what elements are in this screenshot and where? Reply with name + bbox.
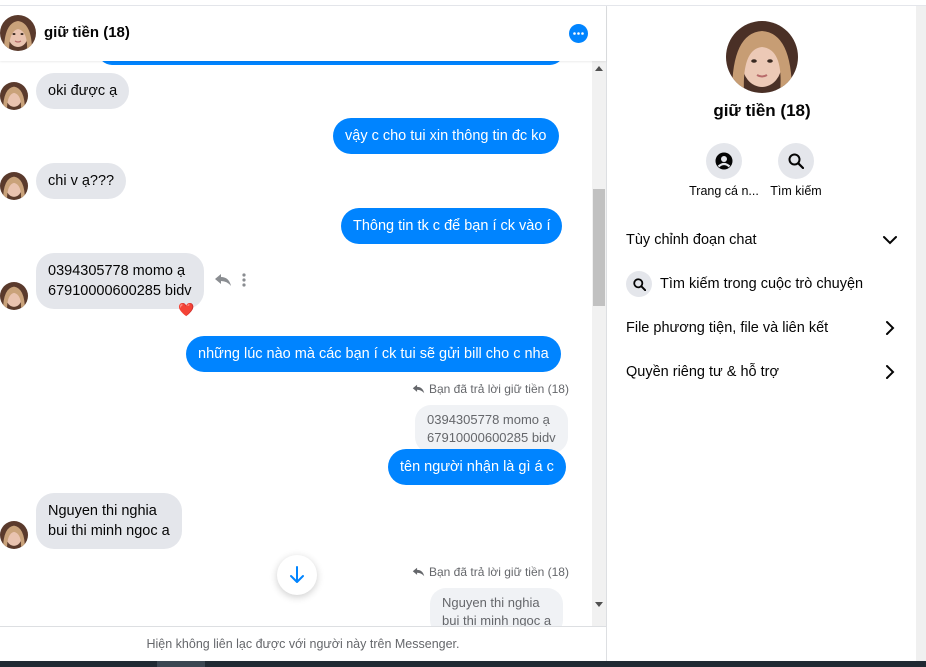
profile-action[interactable]: Trang cá n... [684, 143, 764, 198]
message-bubble-outgoing[interactable]: tên người nhận là gì á c [388, 449, 566, 485]
quoted-line: 67910000600285 bidv [427, 430, 556, 445]
message-bubble-incoming[interactable]: 0394305778 momo ạ 67910000600285 bidv [36, 253, 204, 309]
privacy-support-section[interactable]: Quyền riêng tư & hỗ trợ [626, 354, 898, 390]
window-edge [916, 6, 926, 661]
heart-reaction-icon[interactable]: ❤️ [178, 302, 194, 318]
scroll-down-arrow[interactable] [595, 602, 603, 607]
search-icon[interactable] [778, 143, 814, 179]
message-list[interactable]: oki được ạ vậy c cho tui xin thông tin đ… [0, 61, 592, 626]
taskbar-item[interactable] [157, 661, 205, 667]
reply-indicator-text: Bạn đã trả lời giữ tiền (18) [429, 382, 569, 396]
quoted-message[interactable]: 0394305778 momo ạ 67910000600285 bidv [415, 405, 568, 453]
profile-avatar[interactable] [726, 21, 798, 93]
chat-panel: giữ tiền (18) oki được ạ vậy c cho tui x… [0, 6, 607, 661]
search-icon [626, 271, 652, 297]
chevron-right-icon [882, 320, 898, 340]
message-bubble-outgoing[interactable]: Thông tin tk c để bạn í ck vào í [341, 208, 563, 244]
quoted-message[interactable]: Nguyen thi nghia bui thi minh ngoc a [430, 588, 564, 626]
arrow-down-icon [290, 566, 304, 583]
quoted-line: Nguyen thi nghia [442, 595, 540, 610]
profile-name: giữ tiền (18) [713, 101, 811, 120]
conversation-title[interactable]: giữ tiền (18) [44, 24, 130, 41]
message-bubble-outgoing-partial[interactable] [98, 61, 564, 65]
sender-avatar[interactable] [0, 282, 28, 310]
message-actions [214, 273, 246, 292]
taskbar [0, 661, 926, 667]
search-in-conversation-item[interactable]: Tìm kiếm trong cuộc trò chuyện [626, 266, 898, 302]
message-line: 0394305778 momo ạ [48, 263, 186, 279]
sender-avatar[interactable] [0, 172, 28, 200]
chat-header: giữ tiền (18) [0, 6, 606, 61]
message-bubble-outgoing[interactable]: những lúc nào mà các bạn í ck tui sẽ gửi… [186, 336, 561, 372]
profile-action-label: Trang cá n... [689, 184, 759, 198]
message-line: 67910000600285 bidv [48, 283, 192, 299]
more-options-icon[interactable] [569, 24, 588, 43]
contact-avatar[interactable] [0, 15, 36, 51]
message-bubble-outgoing[interactable]: vậy c cho tui xin thông tin đc ko [333, 118, 559, 154]
reply-indicator: Bạn đã trả lời giữ tiền (18) [412, 565, 569, 579]
menu-label: File phương tiện, file và liên kết [626, 320, 829, 336]
scrollbar[interactable] [592, 61, 606, 626]
profile-icon[interactable] [706, 143, 742, 179]
message-bubble-incoming[interactable]: Nguyen thi nghia bui thi minh ngoc a [36, 493, 182, 549]
scroll-to-bottom-button[interactable] [277, 555, 317, 595]
reply-icon [412, 384, 425, 394]
customize-chat-section[interactable]: Tùy chỉnh đoạn chat [626, 222, 898, 258]
conversation-info-panel: giữ tiền (18) Trang cá n... Tìm kiếm Tùy… [608, 6, 916, 661]
unavailable-notice: Hiện không liên lạc được với người này t… [0, 626, 606, 661]
scrollbar-thumb[interactable] [593, 189, 605, 306]
sender-avatar[interactable] [0, 82, 28, 110]
message-bubble-incoming[interactable]: chi v ạ??? [36, 163, 127, 199]
message-line: bui thi minh ngoc a [48, 523, 170, 539]
menu-label: Quyền riêng tư & hỗ trợ [626, 364, 780, 380]
reply-indicator: Bạn đã trả lời giữ tiền (18) [412, 382, 569, 396]
reply-icon[interactable] [214, 273, 232, 292]
reply-indicator-text: Bạn đã trả lời giữ tiền (18) [429, 565, 569, 579]
menu-label: Tùy chỉnh đoạn chat [626, 232, 757, 248]
quoted-line: 0394305778 momo ạ [427, 412, 550, 427]
message-line: Nguyen thi nghia [48, 503, 157, 519]
reply-icon [412, 567, 425, 577]
chevron-down-icon [882, 232, 898, 252]
sender-avatar[interactable] [0, 521, 28, 549]
scroll-up-arrow[interactable] [595, 66, 603, 71]
messenger-window: giữ tiền (18) oki được ạ vậy c cho tui x… [0, 0, 926, 667]
search-action-label: Tìm kiếm [770, 184, 822, 198]
more-vertical-icon[interactable] [242, 273, 246, 292]
chevron-right-icon [882, 364, 898, 384]
quoted-line: bui thi minh ngoc a [442, 613, 552, 626]
message-bubble-incoming[interactable]: oki được ạ [36, 73, 130, 109]
media-files-links-section[interactable]: File phương tiện, file và liên kết [626, 310, 898, 346]
search-action[interactable]: Tìm kiếm [756, 143, 836, 198]
menu-label: Tìm kiếm trong cuộc trò chuyện [660, 276, 864, 292]
